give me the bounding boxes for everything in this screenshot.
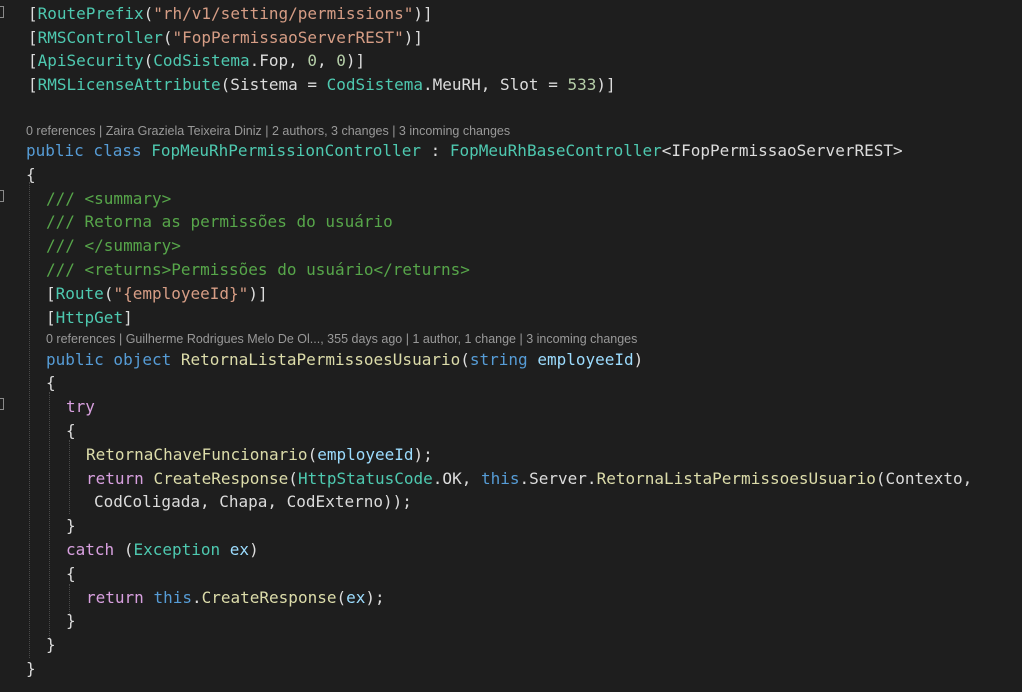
class-name[interactable]: FopMeuRhPermissionController	[151, 141, 421, 160]
codelens-author[interactable]: Zaira Graziela Teixeira Diniz	[106, 124, 262, 138]
codelens-authors-changes[interactable]: 1 author, 1 change	[412, 332, 516, 346]
method-open-brace: {	[46, 373, 56, 392]
indent-guide	[49, 392, 50, 640]
this-keyword: this	[480, 469, 520, 488]
call1-arg[interactable]: employeeId	[317, 445, 413, 464]
args-line2: CodColigada, Chapa, CodExterno));	[94, 492, 412, 511]
class-modifiers: public class	[26, 141, 142, 160]
catch-clause[interactable]: catch (Exception ex)	[66, 538, 259, 562]
outlining-margin[interactable]	[0, 0, 8, 692]
this-keyword: this	[153, 588, 192, 607]
return-statement-1-continued: CodColigada, Chapa, CodExterno));	[94, 490, 412, 514]
catch-open-brace: {	[66, 564, 76, 583]
catch-close-brace: }	[66, 611, 76, 630]
class-declaration[interactable]: public class FopMeuRhPermissionControlle…	[26, 139, 903, 163]
try-open-brace: {	[66, 421, 76, 440]
exception-type[interactable]: Exception	[133, 540, 220, 559]
route-attribute[interactable]: [Route("{employeeId}")]	[46, 282, 268, 306]
server-method-call[interactable]: RetornaListaPermissoesUsuario	[597, 469, 876, 488]
status-value: .OK,	[432, 469, 481, 488]
indent-guide	[69, 440, 70, 514]
rms-controller-attribute[interactable]: [RMSController("FopPermissaoServerREST")…	[28, 26, 423, 50]
return2-arg[interactable]: ex	[346, 588, 365, 607]
class-close-brace: }	[26, 659, 36, 678]
codelens-author[interactable]: Guilherme Rodrigues Melo De Ol...,	[126, 332, 324, 346]
generic-argument[interactable]: <IFopPermissaoServerREST>	[662, 141, 903, 160]
code-editor[interactable]: [RoutePrefix("rh/v1/setting/permissions"…	[0, 0, 1022, 692]
collapse-marker-icon[interactable]	[0, 190, 4, 202]
indent-guide	[29, 182, 30, 658]
doc-summary-text: /// Retorna as permissões do usuário	[46, 212, 393, 231]
param-name[interactable]: employeeId	[537, 350, 633, 369]
return-keyword: return	[86, 588, 144, 607]
api-security-attribute[interactable]: [ApiSecurity(CodSistema.Fop, 0, 0)]	[28, 49, 365, 73]
base-class-name[interactable]: FopMeuRhBaseController	[450, 141, 662, 160]
create-response-call[interactable]: CreateResponse	[202, 588, 337, 607]
call1-method[interactable]: RetornaChaveFuncionario	[86, 445, 308, 464]
status-type[interactable]: HttpStatusCode	[298, 469, 433, 488]
codelens-references[interactable]: 0 references	[26, 124, 95, 138]
collapse-marker-icon[interactable]	[0, 398, 4, 410]
route-prefix-attribute[interactable]: [RoutePrefix("rh/v1/setting/permissions"…	[28, 2, 433, 26]
return-keyword: return	[86, 469, 144, 488]
args-line1: (Contexto,	[875, 469, 973, 488]
return-statement-1[interactable]: return CreateResponse(HttpStatusCode.OK,…	[86, 467, 972, 491]
class-colon: :	[430, 141, 441, 160]
license-attribute[interactable]: [RMSLicenseAttribute(Sistema = CodSistem…	[28, 73, 616, 97]
method-name[interactable]: RetornaListaPermissoesUsuario	[181, 350, 460, 369]
exception-var[interactable]: ex	[230, 540, 249, 559]
create-response-call[interactable]: CreateResponse	[153, 469, 288, 488]
param-type: string	[469, 350, 528, 369]
codelens-incoming[interactable]: 3 incoming changes	[526, 332, 637, 346]
call-retorna-chave[interactable]: RetornaChaveFuncionario(employeeId);	[86, 443, 433, 467]
codelens-incoming[interactable]: 3 incoming changes	[399, 124, 510, 138]
method-codelens[interactable]: 0 references | Guilherme Rodrigues Melo …	[46, 331, 637, 347]
catch-keyword: catch	[66, 540, 115, 559]
collapse-marker-icon[interactable]	[0, 6, 4, 18]
class-codelens[interactable]: 0 references | Zaira Graziela Teixeira D…	[26, 123, 510, 139]
httpget-attribute[interactable]: [HttpGet]	[46, 306, 133, 330]
doc-returns: /// <returns>Permissões do usuário</retu…	[46, 260, 470, 279]
doc-summary-open: /// <summary>	[46, 189, 172, 208]
codelens-authors-changes[interactable]: 2 authors, 3 changes	[272, 124, 389, 138]
codelens-age[interactable]: 355 days ago	[327, 332, 402, 346]
method-modifiers: public object	[46, 350, 172, 369]
return-statement-2[interactable]: return this.CreateResponse(ex);	[86, 586, 385, 610]
try-close-brace: }	[66, 516, 76, 535]
server-member: .Server.	[519, 469, 597, 488]
method-declaration[interactable]: public object RetornaListaPermissoesUsua…	[46, 348, 643, 372]
try-keyword: try	[66, 397, 95, 416]
class-open-brace: {	[26, 165, 36, 184]
doc-summary-close: /// </summary>	[46, 236, 181, 255]
method-close-brace: }	[46, 635, 56, 654]
codelens-references[interactable]: 0 references	[46, 332, 115, 346]
